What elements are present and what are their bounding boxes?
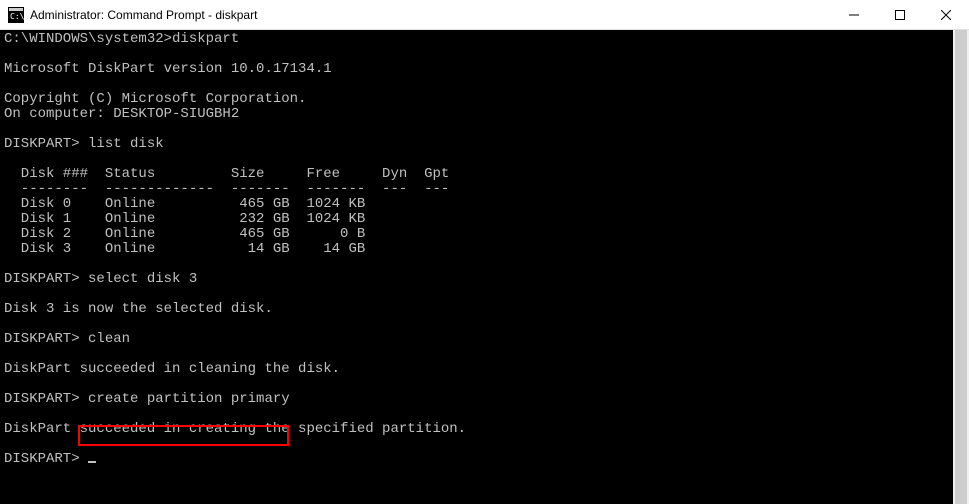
- terminal-line: DiskPart succeeded in creating the speci…: [4, 421, 466, 437]
- terminal-line: C:\WINDOWS\system32>diskpart: [4, 31, 239, 47]
- scrollbar[interactable]: [953, 30, 969, 504]
- terminal-line: -------- ------------- ------- ------- -…: [4, 181, 449, 197]
- terminal-line: DiskPart succeeded in cleaning the disk.: [4, 361, 340, 377]
- terminal-line: DISKPART> create partition primary: [4, 391, 290, 407]
- terminal-line: DISKPART>: [4, 451, 88, 467]
- svg-text:C:\: C:\: [10, 12, 24, 21]
- maximize-button[interactable]: [877, 0, 923, 29]
- terminal-line: Microsoft DiskPart version 10.0.17134.1: [4, 61, 332, 77]
- terminal-line: Copyright (C) Microsoft Corporation.: [4, 91, 306, 107]
- terminal-line: Disk 3 Online 14 GB 14 GB: [4, 241, 365, 257]
- terminal-line: Disk 0 Online 465 GB 1024 KB: [4, 196, 365, 212]
- terminal-output[interactable]: C:\WINDOWS\system32>diskpart Microsoft D…: [0, 30, 969, 504]
- minimize-button[interactable]: [831, 0, 877, 29]
- terminal-line: DISKPART> clean: [4, 331, 130, 347]
- terminal-line: DISKPART> select disk 3: [4, 271, 197, 287]
- scrollbar-thumb[interactable]: [955, 30, 967, 504]
- window-controls: [831, 0, 969, 29]
- cmd-icon: C:\: [8, 7, 24, 23]
- terminal-line: Disk 2 Online 465 GB 0 B: [4, 226, 365, 242]
- window-title: Administrator: Command Prompt - diskpart: [30, 8, 831, 22]
- terminal-line: Disk 3 is now the selected disk.: [4, 301, 273, 317]
- terminal-line: On computer: DESKTOP-SIUGBH2: [4, 106, 239, 122]
- close-button[interactable]: [923, 0, 969, 29]
- terminal-line: Disk 1 Online 232 GB 1024 KB: [4, 211, 365, 227]
- terminal-line: Disk ### Status Size Free Dyn Gpt: [4, 166, 449, 182]
- terminal-line: DISKPART> list disk: [4, 136, 164, 152]
- terminal-cursor: [88, 461, 96, 463]
- titlebar: C:\ Administrator: Command Prompt - disk…: [0, 0, 969, 30]
